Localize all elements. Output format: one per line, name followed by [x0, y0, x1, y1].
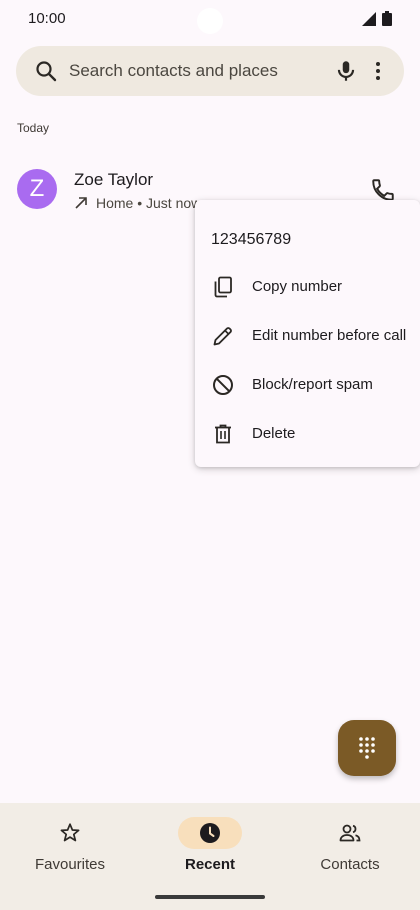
nav-label: Favourites [34, 856, 106, 873]
people-icon [339, 824, 361, 842]
menu-item-label: Block/report spam [252, 376, 373, 393]
section-label-today: Today [17, 121, 50, 135]
status-time: 10:00 [28, 10, 66, 27]
call-context-menu: 123456789 Copy number Edit number before… [195, 200, 420, 467]
nav-label: Recent [184, 856, 236, 873]
menu-item-delete[interactable]: Delete [195, 410, 420, 459]
status-bar: 10:00 [0, 0, 420, 38]
pencil-icon [213, 327, 232, 346]
nav-item-favourites[interactable]: Favourites [0, 815, 140, 885]
clock-icon [200, 823, 220, 843]
nav-icon-container-selected [178, 817, 242, 849]
microphone-icon[interactable] [333, 58, 359, 84]
menu-item-edit-number[interactable]: Edit number before call [195, 312, 420, 361]
menu-item-copy-number[interactable]: Copy number [195, 263, 420, 312]
contact-name: Zoe Taylor [74, 170, 154, 189]
outgoing-call-arrow-icon [75, 197, 87, 209]
more-options-icon[interactable] [366, 58, 390, 84]
nav-icon-container [318, 817, 382, 849]
search-input[interactable]: Search contacts and places [69, 61, 278, 81]
battery-icon [382, 11, 392, 26]
nav-item-contacts[interactable]: Contacts [280, 815, 420, 885]
search-icon [36, 61, 57, 82]
menu-item-block-report-spam[interactable]: Block/report spam [195, 361, 420, 410]
trash-icon [215, 424, 231, 444]
dialpad-icon [359, 737, 375, 759]
menu-phone-number: 123456789 [211, 231, 292, 248]
nav-label: Contacts [320, 856, 380, 873]
copy-icon [214, 276, 232, 298]
menu-item-label: Copy number [252, 278, 343, 295]
bottom-navigation: Favourites Recent Contacts [0, 803, 420, 910]
avatar[interactable]: Z [17, 169, 57, 209]
home-indicator[interactable] [155, 895, 265, 899]
signal-icon [362, 12, 376, 26]
menu-item-label: Delete [252, 425, 296, 442]
nav-icon-container [38, 817, 102, 849]
nav-item-recent[interactable]: Recent [140, 815, 280, 885]
menu-item-label: Edit number before call [252, 327, 407, 344]
call-meta: Home • Just now [74, 195, 201, 211]
dialpad-button[interactable] [338, 720, 396, 776]
star-icon [60, 823, 80, 842]
camera-cutout [197, 8, 223, 34]
search-bar[interactable]: Search contacts and places [16, 46, 404, 96]
block-icon [213, 375, 233, 395]
call-meta-text: Home • Just now [96, 195, 202, 211]
